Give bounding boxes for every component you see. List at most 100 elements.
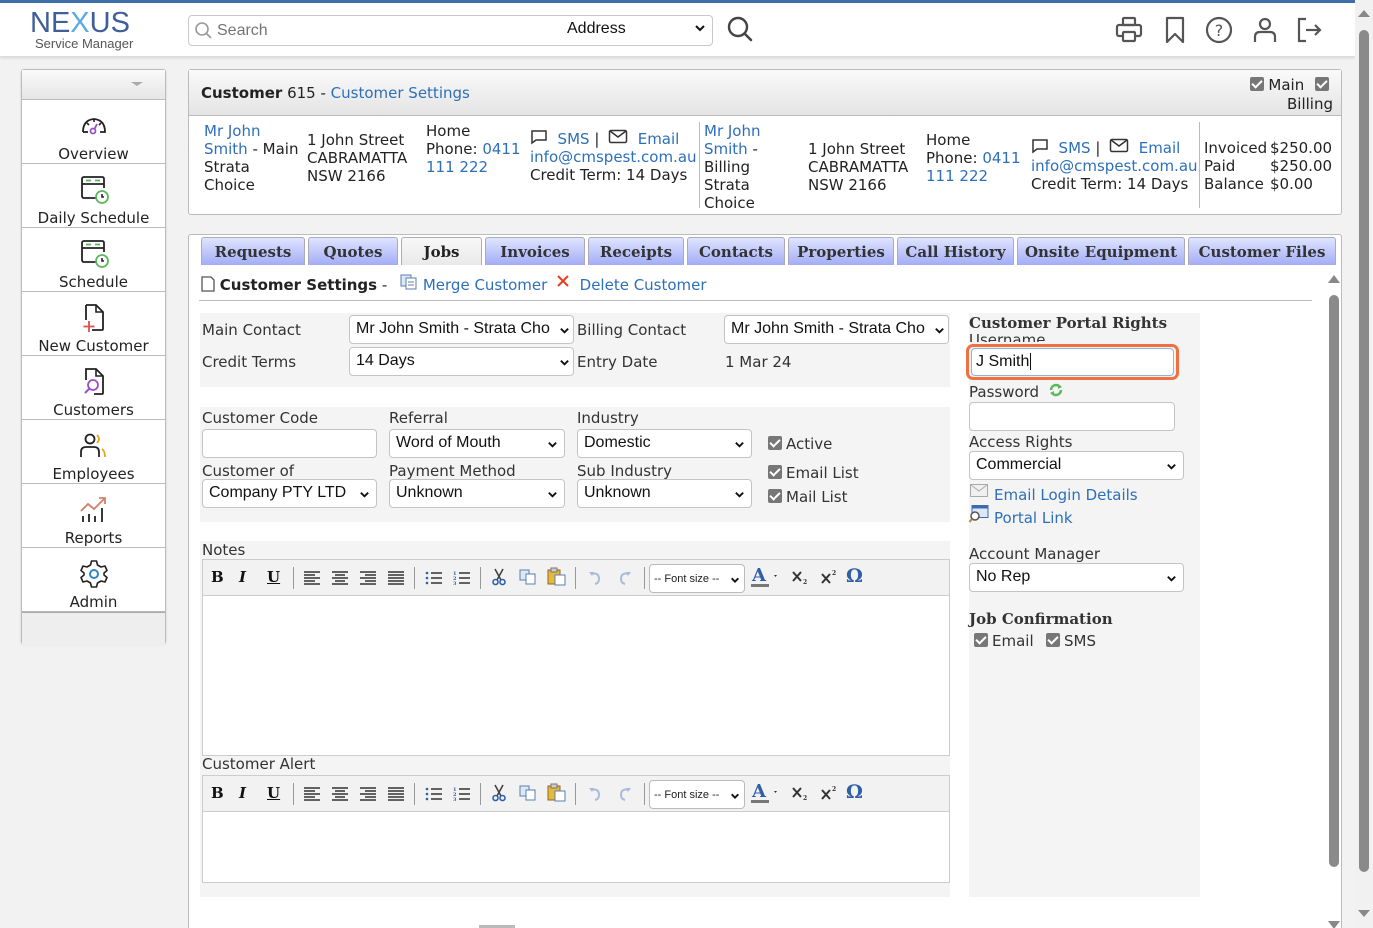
subscript-icon[interactable]: 2 — [791, 569, 809, 585]
tab-invoices[interactable]: Invoices — [485, 237, 585, 267]
logout-icon[interactable] — [1295, 15, 1325, 45]
sub-industry-select[interactable]: Unknown — [577, 479, 752, 508]
paste-icon[interactable] — [547, 567, 567, 586]
payment-method-select[interactable]: Unknown — [389, 479, 565, 508]
active-checkbox[interactable]: Active — [768, 435, 832, 453]
undo-icon[interactable] — [587, 786, 603, 802]
main-phone-link-2[interactable]: 111 222 — [426, 158, 488, 176]
align-left-icon[interactable] — [303, 786, 321, 802]
email-list-checkbox[interactable]: Email List — [768, 464, 859, 482]
refresh-password-icon[interactable] — [1048, 382, 1064, 398]
alert-textarea[interactable] — [203, 812, 949, 882]
email-icon[interactable] — [608, 129, 628, 144]
copy-icon[interactable] — [519, 785, 537, 801]
special-char-icon[interactable]: Ω — [846, 565, 863, 587]
notes-textarea[interactable] — [203, 596, 949, 755]
tab-requests[interactable]: Requests — [201, 237, 305, 267]
industry-select[interactable]: Domestic — [577, 429, 752, 458]
checkbox-checked[interactable] — [1046, 633, 1060, 647]
scroll-thumb[interactable] — [1329, 295, 1339, 867]
billing-email-address[interactable]: info@cmspest.com.au — [1031, 157, 1198, 175]
tab-onsite-equipment[interactable]: Onsite Equipment — [1017, 237, 1185, 267]
tab-quotes[interactable]: Quotes — [308, 237, 398, 267]
underline-button[interactable]: U — [267, 568, 280, 586]
billing-email-link[interactable]: Email — [1139, 139, 1181, 157]
nexus-logo[interactable]: NEXUS Service Manager — [30, 9, 155, 53]
align-left-icon[interactable] — [303, 570, 321, 586]
justify-icon[interactable] — [387, 570, 405, 586]
underline-button[interactable]: U — [267, 784, 280, 802]
subscript-icon[interactable]: 2 — [791, 785, 809, 801]
tab-customer-files[interactable]: Customer Files — [1188, 237, 1336, 267]
customer-of-select[interactable]: Company PTY LTD — [202, 479, 377, 508]
superscript-icon[interactable]: 2 — [820, 785, 838, 801]
align-right-icon[interactable] — [359, 570, 377, 586]
cut-icon[interactable] — [491, 568, 507, 586]
scroll-down-arrow[interactable] — [1328, 921, 1340, 928]
job-confirmation-email-checkbox[interactable]: Email — [974, 632, 1034, 650]
special-char-icon[interactable]: Ω — [846, 781, 863, 803]
tab-receipts[interactable]: Receipts — [588, 237, 684, 267]
tab-contacts[interactable]: Contacts — [687, 237, 785, 267]
sidebar-item-overview[interactable]: Overview — [22, 100, 165, 164]
font-size-select[interactable]: -- Font size -- — [649, 780, 745, 809]
sidebar-header[interactable] — [22, 70, 165, 100]
copy-icon[interactable] — [519, 569, 537, 585]
password-input[interactable] — [969, 402, 1175, 431]
bullet-list-icon[interactable] — [425, 786, 443, 802]
account-manager-select[interactable]: No Rep — [969, 563, 1184, 592]
merge-customer-link[interactable]: Merge Customer — [423, 276, 547, 294]
tab-properties[interactable]: Properties — [788, 237, 894, 267]
align-center-icon[interactable] — [331, 786, 349, 802]
main-contact-select[interactable]: Mr John Smith - Strata Cho — [349, 315, 574, 344]
main-email-link[interactable]: Email — [638, 130, 680, 148]
customer-code-input[interactable] — [202, 429, 377, 458]
italic-button[interactable]: I — [239, 568, 246, 586]
referral-select[interactable]: Word of Mouth — [389, 429, 565, 458]
sidebar-item-admin[interactable]: Admin — [22, 548, 165, 612]
portal-link[interactable]: Portal Link — [994, 509, 1073, 527]
justify-icon[interactable] — [387, 786, 405, 802]
access-rights-select[interactable]: Commercial — [969, 451, 1184, 480]
scroll-up-arrow[interactable] — [1328, 275, 1340, 283]
italic-button[interactable]: I — [239, 784, 246, 802]
font-size-select[interactable]: -- Font size -- — [649, 564, 745, 593]
bullet-list-icon[interactable] — [425, 570, 443, 586]
superscript-icon[interactable]: 2 — [820, 569, 838, 585]
mail-list-checkbox[interactable]: Mail List — [768, 488, 847, 506]
sidebar-item-customers[interactable]: Customers — [22, 356, 165, 420]
main-email-address[interactable]: info@cmspest.com.au — [530, 148, 697, 166]
checkbox-checked[interactable] — [768, 489, 782, 503]
sidebar-item-schedule[interactable]: Schedule — [22, 228, 165, 292]
billing-phone-link-2[interactable]: 111 222 — [926, 167, 988, 185]
search-icon[interactable] — [726, 15, 754, 43]
scroll-down-arrow[interactable] — [1358, 910, 1370, 917]
email-icon[interactable] — [1109, 138, 1129, 153]
redo-icon[interactable] — [617, 570, 633, 586]
checkbox-checked[interactable] — [974, 633, 988, 647]
bold-button[interactable]: B — [211, 784, 224, 802]
scroll-up-arrow[interactable] — [1358, 10, 1370, 17]
job-confirmation-sms-checkbox[interactable]: SMS — [1046, 632, 1096, 650]
sms-icon[interactable] — [530, 129, 548, 145]
delete-customer-link[interactable]: Delete Customer — [580, 276, 707, 294]
scroll-thumb[interactable] — [1359, 30, 1369, 872]
main-phone-link[interactable]: 0411 — [482, 140, 520, 158]
sidebar-item-daily-schedule[interactable]: Daily Schedule — [22, 164, 165, 228]
customer-settings-link[interactable]: Customer Settings — [331, 84, 470, 102]
checkbox-checked[interactable] — [768, 465, 782, 479]
delete-x-icon[interactable] — [556, 274, 570, 288]
sidebar-item-reports[interactable]: Reports — [22, 484, 165, 548]
billing-contact-select[interactable]: Mr John Smith - Strata Cho — [724, 315, 949, 344]
bookmark-icon[interactable] — [1162, 15, 1188, 45]
bold-button[interactable]: B — [211, 568, 224, 586]
billing-flag-checkbox[interactable] — [1315, 77, 1329, 91]
font-color-icon[interactable]: A — [751, 782, 781, 804]
main-sms-link[interactable]: SMS — [558, 130, 590, 148]
font-color-icon[interactable]: A — [751, 566, 781, 588]
email-login-details-link[interactable]: Email Login Details — [994, 486, 1138, 504]
page-scrollbar[interactable] — [1355, 0, 1373, 928]
search-scope-select[interactable]: Address — [567, 20, 626, 38]
billing-sms-link[interactable]: SMS — [1059, 139, 1091, 157]
user-icon[interactable] — [1250, 15, 1280, 45]
